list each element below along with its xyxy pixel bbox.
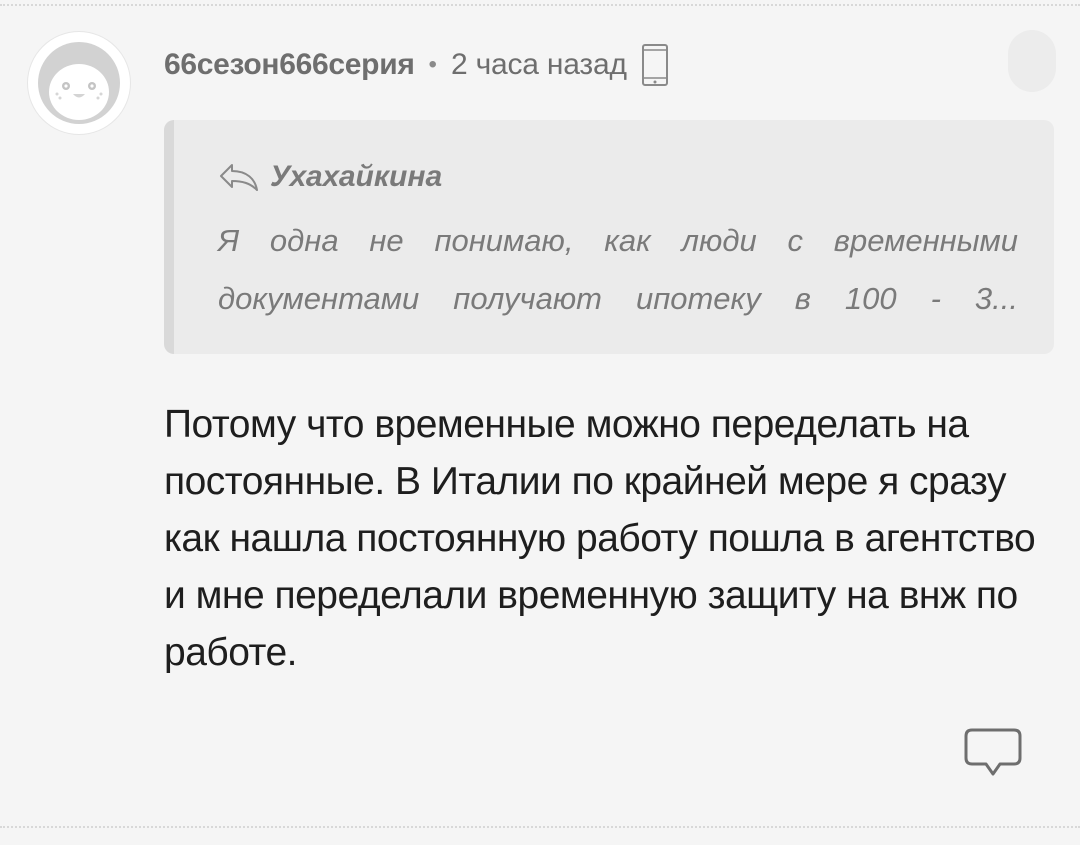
quote-text: Я одна не понимаю, как люди с временными… xyxy=(218,223,1018,316)
more-button[interactable] xyxy=(1008,30,1056,92)
comment-time: 2 часа назад xyxy=(450,48,627,81)
quote-header: Ухахайкина xyxy=(218,160,442,194)
penguin-avatar-icon xyxy=(38,42,120,124)
meta-separator: • xyxy=(428,51,437,78)
author-name[interactable]: 66сезон666серия xyxy=(164,48,415,82)
comment-body: Потому что временные можно переделать на… xyxy=(164,403,1036,674)
avatar[interactable] xyxy=(28,32,130,134)
phone-icon xyxy=(641,43,669,87)
bottom-divider xyxy=(0,826,1080,828)
top-divider xyxy=(0,4,1080,6)
quote-author: Ухахайкина xyxy=(270,160,443,193)
quoted-comment[interactable]: Ухахайкина Я одна не понимаю, как люди с… xyxy=(164,120,1054,354)
comment-meta: 66сезон666серия • 2 часа назад xyxy=(164,44,669,86)
reply-arrow-icon xyxy=(220,164,258,191)
comment-bubble-icon[interactable] xyxy=(964,728,1022,785)
comment-page: 66сезон666серия • 2 часа назад Ухахайкин… xyxy=(0,0,1080,845)
